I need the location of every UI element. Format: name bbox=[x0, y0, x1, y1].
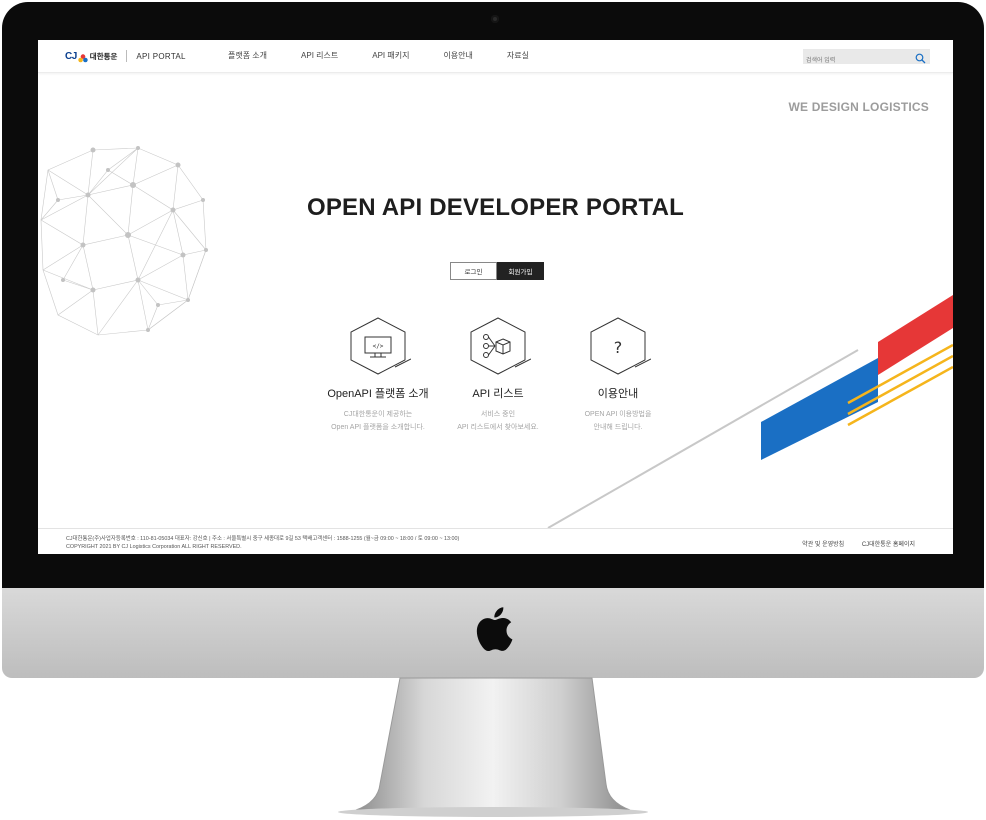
svg-text:</>: </> bbox=[373, 343, 384, 350]
code-monitor-icon: </> bbox=[350, 317, 411, 375]
search-box bbox=[803, 49, 930, 68]
card-api-list[interactable]: API 리스트 서비스 중인 API 리스트에서 찾아보세요. bbox=[428, 315, 568, 434]
login-button[interactable]: 로그인 bbox=[450, 262, 497, 280]
logo-company-name: 대한통운 bbox=[89, 51, 118, 61]
auth-buttons: 로그인 회원가입 bbox=[450, 262, 544, 280]
logo-divider bbox=[126, 50, 128, 62]
card-description: 서비스 중인 API 리스트에서 찾아보세요. bbox=[428, 408, 568, 434]
browser-screen: CJ 대한통운 API PORTAL 플랫폼 소개 API 리스트 API 패키… bbox=[38, 40, 953, 554]
cj-flower-icon bbox=[78, 51, 88, 63]
menu-platform-intro[interactable]: 플랫폼 소개 bbox=[228, 50, 267, 61]
copyright-text: COPYRIGHT 2021 BY CJ Logistics Corporati… bbox=[66, 544, 242, 550]
footer-links: 약관 및 운영방침 CJ대한통운 홈페이지 bbox=[786, 539, 915, 548]
card-title: 이용안내 bbox=[597, 388, 639, 400]
company-info: CJ대한통운(주)사업자등록번호 : 110-81-05034 대표자: 강신호… bbox=[66, 535, 459, 551]
monitor-stand bbox=[338, 677, 648, 817]
search-input[interactable] bbox=[803, 54, 906, 68]
page-footer: CJ대한통운(주)사업자등록번호 : 110-81-05034 대표자: 강신호… bbox=[38, 528, 953, 554]
menu-api-package[interactable]: API 패키지 bbox=[372, 50, 409, 61]
logo-cj-text: CJ bbox=[65, 50, 77, 62]
question-icon: ? bbox=[590, 317, 651, 375]
network-box-icon bbox=[470, 317, 531, 375]
homepage-link[interactable]: CJ대한통운 홈페이지 bbox=[862, 542, 915, 548]
menu-api-list[interactable]: API 리스트 bbox=[301, 50, 338, 61]
company-address: CJ대한통운(주)사업자등록번호 : 110-81-05034 대표자: 강신호… bbox=[66, 536, 460, 542]
card-desc-line: OPEN API 이용방법을 bbox=[584, 411, 652, 418]
card-desc-line: API 리스트에서 찾아보세요. bbox=[457, 424, 539, 431]
top-navigation: CJ 대한통운 API PORTAL 플랫폼 소개 API 리스트 API 패키… bbox=[38, 40, 953, 73]
card-platform-intro[interactable]: </> OpenAPI 플랫폼 소개 CJ대한통운이 제공하는 Open API… bbox=[308, 315, 448, 434]
menu-usage-guide[interactable]: 이용안내 bbox=[443, 50, 472, 61]
signup-button[interactable]: 회원가입 bbox=[497, 262, 544, 280]
brand-tagline: WE DESIGN LOGISTICS bbox=[788, 100, 929, 114]
search-icon[interactable] bbox=[915, 51, 926, 64]
card-usage-guide[interactable]: ? 이용안내 OPEN API 이용방법을 안내해 드립니다. bbox=[548, 315, 688, 434]
terms-link[interactable]: 약관 및 운영방침 bbox=[802, 542, 844, 548]
card-title: API 리스트 bbox=[472, 388, 524, 400]
card-description: OPEN API 이용방법을 안내해 드립니다. bbox=[548, 408, 688, 434]
card-desc-line: Open API 플랫폼을 소개합니다. bbox=[331, 424, 425, 431]
card-title: OpenAPI 플랫폼 소개 bbox=[327, 388, 429, 400]
card-description: CJ대한통운이 제공하는 Open API 플랫폼을 소개합니다. bbox=[308, 408, 448, 434]
svg-text:?: ? bbox=[614, 338, 623, 357]
camera-icon bbox=[491, 15, 499, 23]
page-title: OPEN API DEVELOPER PORTAL bbox=[306, 194, 685, 221]
menu-resources[interactable]: 자료실 bbox=[507, 50, 529, 61]
card-desc-line: 안내해 드립니다. bbox=[593, 424, 643, 431]
card-desc-line: 서비스 중인 bbox=[480, 411, 516, 418]
card-desc-line: CJ대한통운이 제공하는 bbox=[343, 411, 413, 418]
network-globe-graphic bbox=[40, 146, 208, 336]
logo-portal-text: API PORTAL bbox=[136, 51, 186, 61]
apple-logo-icon bbox=[476, 607, 513, 652]
site-logo[interactable]: CJ 대한통운 API PORTAL bbox=[65, 47, 186, 65]
main-menu: 플랫폼 소개 API 리스트 API 패키지 이용안내 자료실 bbox=[228, 50, 563, 61]
